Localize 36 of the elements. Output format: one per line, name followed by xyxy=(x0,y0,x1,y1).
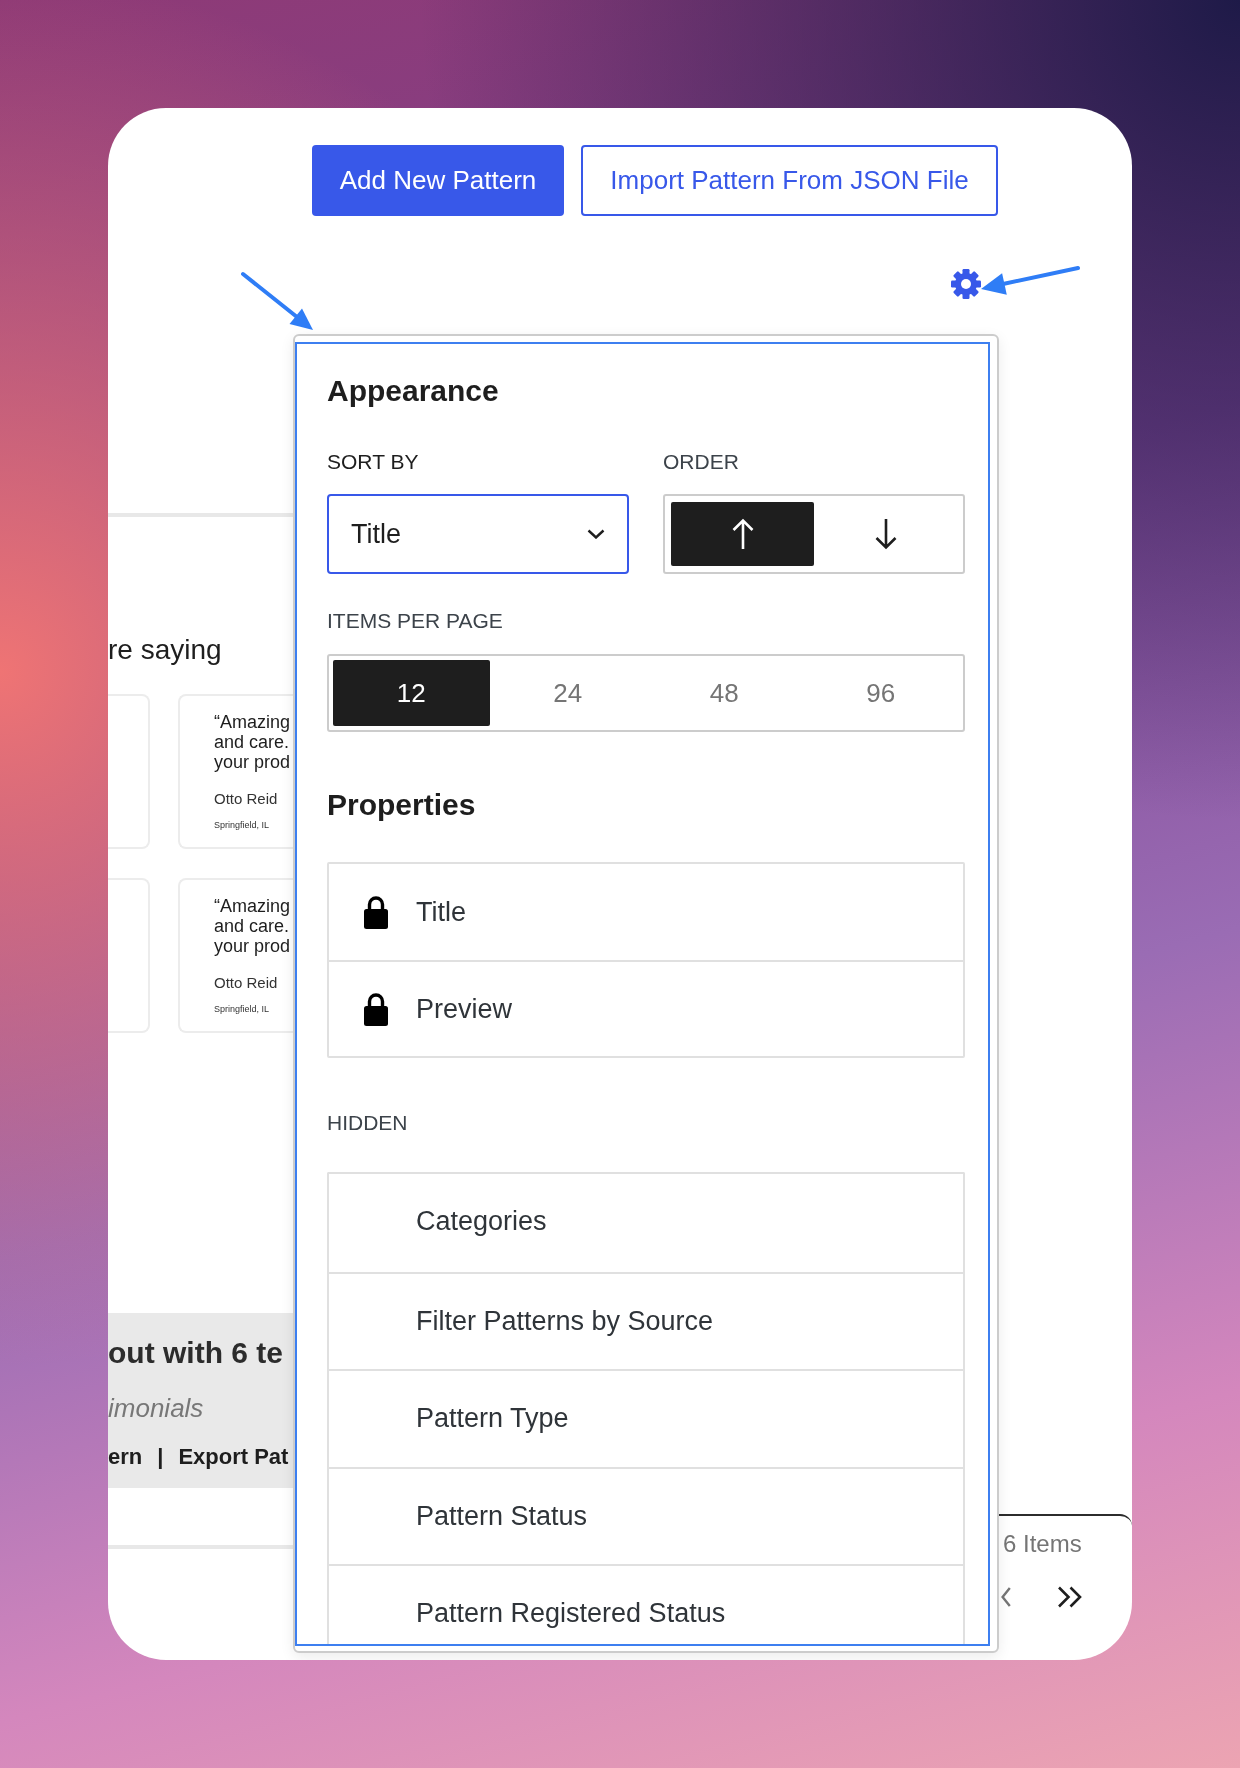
arrow-up-icon xyxy=(731,518,754,550)
pattern-action-link[interactable]: ern xyxy=(108,1444,143,1470)
section-heading: re saying xyxy=(108,633,223,667)
testimonial-quote: “Amazing and care. your prod xyxy=(214,712,292,772)
testimonial-author: Otto Reid xyxy=(214,790,279,808)
pattern-title: out with 6 te xyxy=(108,1335,284,1371)
field-label: SORT BY xyxy=(327,450,420,474)
testimonial-author: Otto Reid xyxy=(214,974,279,992)
field-label: ITEMS PER PAGE xyxy=(327,609,504,633)
pattern-action-link[interactable]: Export Pat xyxy=(178,1444,289,1470)
chevron-left-icon[interactable] xyxy=(1001,1587,1011,1607)
field-label: ORDER xyxy=(663,450,740,474)
panel-heading: Properties xyxy=(327,787,477,823)
property-row[interactable]: Pattern Registered Status xyxy=(329,1564,963,1644)
item-count: 6 Items xyxy=(1003,1530,1083,1558)
items-per-page-option[interactable]: 12 xyxy=(333,660,490,726)
link-separator: | xyxy=(157,1444,164,1470)
property-row[interactable]: Preview xyxy=(329,960,963,1056)
property-row[interactable]: Categories xyxy=(329,1174,963,1272)
property-row[interactable]: Title xyxy=(329,864,963,960)
sort-by-select[interactable]: Title xyxy=(327,494,629,574)
import-pattern-button[interactable]: Import Pattern From JSON File xyxy=(581,145,998,216)
double-chevron-right-icon[interactable] xyxy=(1057,1586,1083,1608)
settings-icon[interactable] xyxy=(951,269,981,299)
field-label: HIDDEN xyxy=(327,1111,409,1135)
testimonial-location: Springfield, IL xyxy=(214,819,271,831)
property-row[interactable]: Pattern Type xyxy=(329,1369,963,1467)
property-row[interactable]: Pattern Status xyxy=(329,1466,963,1564)
testimonial-quote: “Amazing and care. your prod xyxy=(214,896,292,956)
pattern-subtitle: imonials xyxy=(108,1393,205,1423)
testimonial-location: Springfield, IL xyxy=(214,1003,271,1015)
property-row[interactable]: Filter Patterns by Source xyxy=(329,1271,963,1369)
chevron-down-icon xyxy=(587,529,605,539)
add-pattern-button[interactable]: Add New Pattern xyxy=(312,145,564,216)
panel-heading: Appearance xyxy=(327,373,500,409)
arrow-down-icon xyxy=(874,518,897,550)
